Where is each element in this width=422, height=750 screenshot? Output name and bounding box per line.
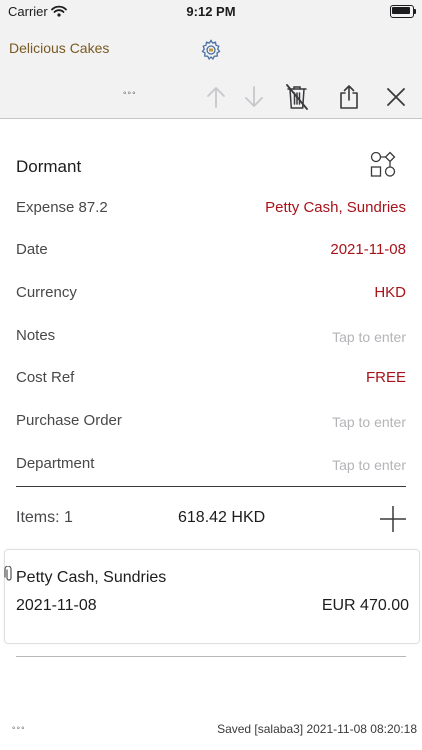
trash-icon[interactable] — [282, 82, 312, 112]
field-placeholder[interactable]: Tap to enter — [332, 414, 406, 430]
close-icon[interactable] — [381, 82, 411, 112]
save-status: Saved [salaba3] 2021-11-08 08:20:18 — [217, 722, 417, 736]
field-label: Currency — [16, 284, 77, 301]
gear-icon[interactable] — [199, 38, 223, 62]
clock-label: 9:12 PM — [186, 4, 236, 19]
footer-more-button[interactable]: ◦◦◦ — [12, 723, 26, 734]
field-value[interactable]: FREE — [366, 369, 406, 386]
items-total: 618.42 HKD — [178, 509, 266, 526]
list-item[interactable]: Petty Cash, Sundries 2021-11-08 EUR 470.… — [4, 549, 420, 644]
arrow-up-icon[interactable] — [201, 82, 231, 112]
field-placeholder[interactable]: Tap to enter — [332, 329, 406, 345]
field-value[interactable]: HKD — [374, 284, 406, 301]
field-value[interactable]: 2021-11-08 — [330, 241, 406, 258]
field-label: Department — [16, 455, 95, 472]
share-icon[interactable] — [334, 82, 364, 112]
item-account: Petty Cash, Sundries — [16, 569, 167, 586]
field-label: Expense 87.2 — [16, 199, 108, 216]
add-item-button[interactable] — [379, 505, 407, 533]
workflow-icon[interactable] — [369, 150, 397, 178]
section-divider — [16, 486, 406, 487]
field-label: Purchase Order — [16, 412, 122, 429]
app-title[interactable]: Delicious Cakes — [9, 40, 109, 56]
paperclip-icon — [4, 565, 14, 582]
plus-icon — [380, 506, 406, 532]
more-menu-button[interactable]: ◦◦◦ — [123, 88, 137, 99]
field-value[interactable]: Petty Cash, Sundries — [265, 199, 406, 216]
items-count: Items: 1 — [16, 509, 73, 526]
battery-icon — [390, 5, 416, 18]
status-bar: Carrier 9:12 PM — [0, 0, 422, 24]
navigation-header: Delicious Cakes ◦◦◦ — [0, 24, 422, 119]
field-label: Date — [16, 241, 48, 258]
field-label: Cost Ref — [16, 369, 75, 386]
field-placeholder[interactable]: Tap to enter — [332, 457, 406, 473]
record-status-title: Dormant — [16, 157, 82, 176]
list-divider — [16, 656, 406, 657]
item-date: 2021-11-08 — [16, 597, 97, 614]
item-amount: EUR 470.00 — [321, 597, 409, 614]
arrow-down-icon[interactable] — [239, 82, 269, 112]
field-label: Notes — [16, 327, 56, 344]
